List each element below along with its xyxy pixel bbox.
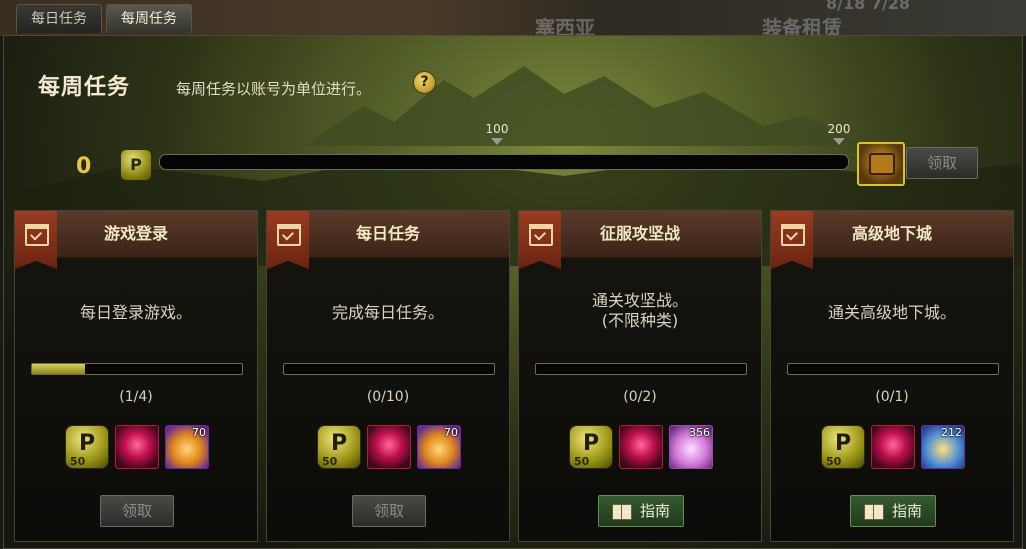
milestone-200: 200 [819, 122, 859, 145]
point-reward-icon[interactable]: P 50 [317, 425, 361, 469]
mission-progress-text: (0/10) [366, 389, 410, 405]
star-box-icon[interactable]: 212 [921, 425, 965, 469]
guide-button[interactable]: 指南 [598, 495, 684, 527]
page-title: 每周任务 [38, 75, 131, 100]
milestone-100: 100 [477, 122, 517, 145]
reward-chest-icon[interactable] [857, 142, 905, 186]
reward-qty: 212 [941, 426, 962, 439]
mission-progress-bar [535, 363, 747, 375]
weekly-progress-bar [159, 154, 849, 170]
point-reward-icon[interactable]: P 50 [569, 425, 613, 469]
mission-desc-line: 通关高级地下城。 [827, 303, 956, 322]
point-icon: P [120, 149, 152, 181]
mission-description: 通关攻坚战。 (不限种类) [519, 291, 761, 331]
reward-qty: 70 [444, 426, 458, 439]
question-icon[interactable]: ? [413, 71, 436, 94]
reward-list: P 50 212 [821, 425, 965, 469]
tab-daily[interactable]: 每日任务 [16, 4, 102, 33]
reward-list: P 50 356 [569, 425, 713, 469]
reward-qty: 70 [192, 426, 206, 439]
gold-crystal-icon[interactable]: 70 [165, 425, 209, 469]
mission-progress-bar [31, 363, 243, 375]
point-reward-icon[interactable]: P 50 [821, 425, 865, 469]
mission-card: 每日任务 完成每日任务。 (0/10) P 50 70 领取 [266, 210, 510, 542]
reward-list: P 50 70 [65, 425, 209, 469]
mission-card: 游戏登录 每日登录游戏。 (1/4) P 50 70 领取 [14, 210, 258, 542]
book-icon [863, 504, 884, 520]
mission-desc-line: 每日登录游戏。 [79, 303, 192, 322]
mission-progress-text: (1/4) [119, 389, 153, 405]
mission-tabs: 每日任务 每周任务 [16, 4, 192, 33]
pink-crystal-icon[interactable]: 356 [669, 425, 713, 469]
mission-progress-fill [32, 364, 85, 374]
tab-weekly[interactable]: 每周任务 [106, 4, 192, 33]
mission-description: 完成每日任务。 [267, 303, 509, 323]
mission-progress-text: (0/2) [623, 389, 657, 405]
gold-crystal-icon[interactable]: 70 [417, 425, 461, 469]
points-value: 0 [76, 154, 92, 179]
book-icon [611, 504, 632, 520]
mission-description: 每日登录游戏。 [15, 303, 257, 323]
calendar-icon [519, 211, 561, 269]
mission-progress-bar [283, 363, 495, 375]
mission-description: 通关高级地下城。 [771, 303, 1013, 323]
reward-list: P 50 70 [317, 425, 461, 469]
page-subtitle: 每周任务以账号为单位进行。 [176, 80, 372, 98]
calendar-icon [771, 211, 813, 269]
heart-gem-icon[interactable] [115, 425, 159, 469]
claim-button[interactable]: 领取 [352, 495, 426, 527]
guide-button[interactable]: 指南 [850, 495, 936, 527]
claim-button[interactable]: 领取 [100, 495, 174, 527]
calendar-icon [267, 211, 309, 269]
heart-gem-icon[interactable] [367, 425, 411, 469]
mission-desc-line: (不限种类) [601, 311, 679, 330]
claim-chest-button[interactable]: 领取 [906, 147, 978, 179]
milestone-label: 100 [485, 122, 509, 136]
mission-progress-bar [787, 363, 999, 375]
heart-gem-icon[interactable] [619, 425, 663, 469]
calendar-icon [15, 211, 57, 269]
mission-desc-line: 完成每日任务。 [331, 303, 444, 322]
mission-progress-text: (0/1) [875, 389, 909, 405]
weekly-mission-panel: 每周任务 每周任务以账号为单位进行。 ? 0 P 100 200 领取 游戏登录… [3, 35, 1023, 549]
heart-gem-icon[interactable] [871, 425, 915, 469]
mission-card: 高级地下城 通关高级地下城。 (0/1) P 50 212 指南 [770, 210, 1014, 542]
milestone-label: 200 [827, 122, 851, 136]
mission-desc-line: 通关攻坚战。 [591, 291, 688, 310]
reward-qty: 356 [689, 426, 710, 439]
mission-card: 征服攻坚战 通关攻坚战。 (不限种类) (0/2) P 50 356 指南 [518, 210, 762, 542]
point-reward-icon[interactable]: P 50 [65, 425, 109, 469]
ghost-date: 8/18 7/28 [826, 0, 911, 13]
